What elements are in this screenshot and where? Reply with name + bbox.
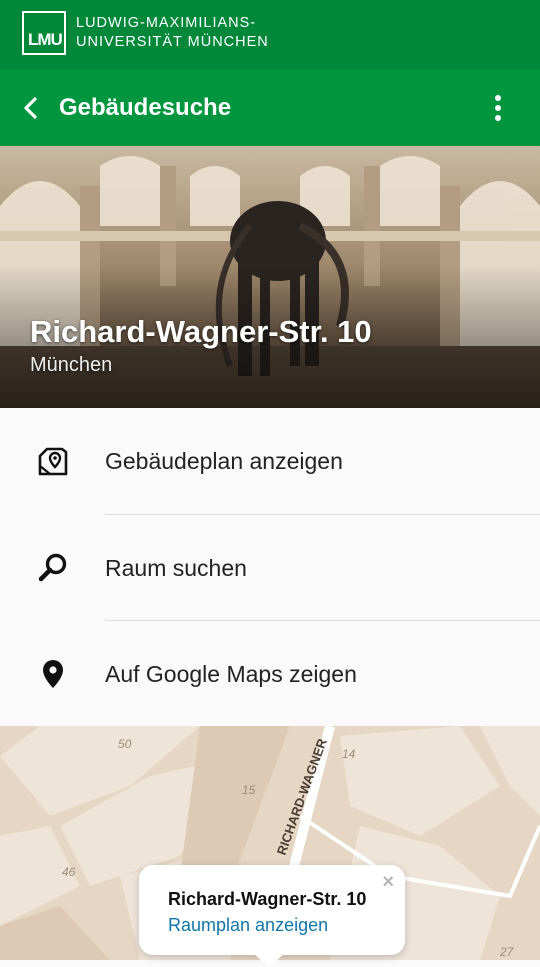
page-title: Gebäudesuche bbox=[59, 94, 232, 121]
building-hero-image: Richard-Wagner-Str. 10 München bbox=[0, 146, 540, 408]
university-name-line2: UNIVERSITÄT MÜNCHEN bbox=[76, 34, 269, 50]
house-number: 46 bbox=[62, 865, 76, 879]
search-room-item[interactable]: Raum suchen bbox=[0, 515, 540, 621]
google-maps-label: Auf Google Maps zeigen bbox=[105, 661, 357, 687]
google-maps-item[interactable]: Auf Google Maps zeigen bbox=[0, 621, 540, 727]
app-bar: Gebäudesuche bbox=[0, 70, 540, 146]
location-pin-icon bbox=[43, 660, 63, 688]
action-list: Gebäudeplan anzeigen Raum suchen Auf Goo… bbox=[0, 408, 540, 726]
close-icon[interactable]: × bbox=[382, 871, 394, 894]
chevron-left-icon[interactable] bbox=[18, 94, 44, 122]
house-number: 50 bbox=[118, 737, 132, 751]
university-name-line1: LUDWIG-MAXIMILIANS- bbox=[76, 15, 257, 31]
show-room-plan-link[interactable]: Raumplan anzeigen bbox=[168, 915, 328, 936]
building-address: Richard-Wagner-Str. 10 bbox=[30, 314, 372, 349]
house-number: 27 bbox=[499, 945, 515, 959]
brand-bar: LMU LUDWIG-MAXIMILIANS- UNIVERSITÄT MÜNC… bbox=[0, 0, 540, 70]
map-info-popup: × Richard-Wagner-Str. 10 Raumplan anzeig… bbox=[139, 865, 405, 967]
more-vert-icon[interactable] bbox=[486, 94, 510, 122]
lmu-logo: LMU bbox=[22, 11, 66, 55]
building-city: München bbox=[30, 354, 113, 376]
show-building-plan-item[interactable]: Gebäudeplan anzeigen bbox=[0, 408, 540, 514]
map-pin-icon bbox=[38, 447, 68, 476]
show-building-plan-label: Gebäudeplan anzeigen bbox=[105, 448, 343, 474]
house-number: 14 bbox=[342, 747, 356, 761]
logo-text: LMU bbox=[28, 30, 63, 49]
popup-pointer bbox=[253, 953, 285, 967]
search-icon bbox=[38, 553, 67, 582]
search-room-label: Raum suchen bbox=[105, 555, 247, 581]
house-number: 15 bbox=[242, 783, 256, 797]
popup-title: Richard-Wagner-Str. 10 bbox=[168, 889, 367, 909]
university-name: LUDWIG-MAXIMILIANS- UNIVERSITÄT MÜNCHEN bbox=[76, 14, 269, 52]
